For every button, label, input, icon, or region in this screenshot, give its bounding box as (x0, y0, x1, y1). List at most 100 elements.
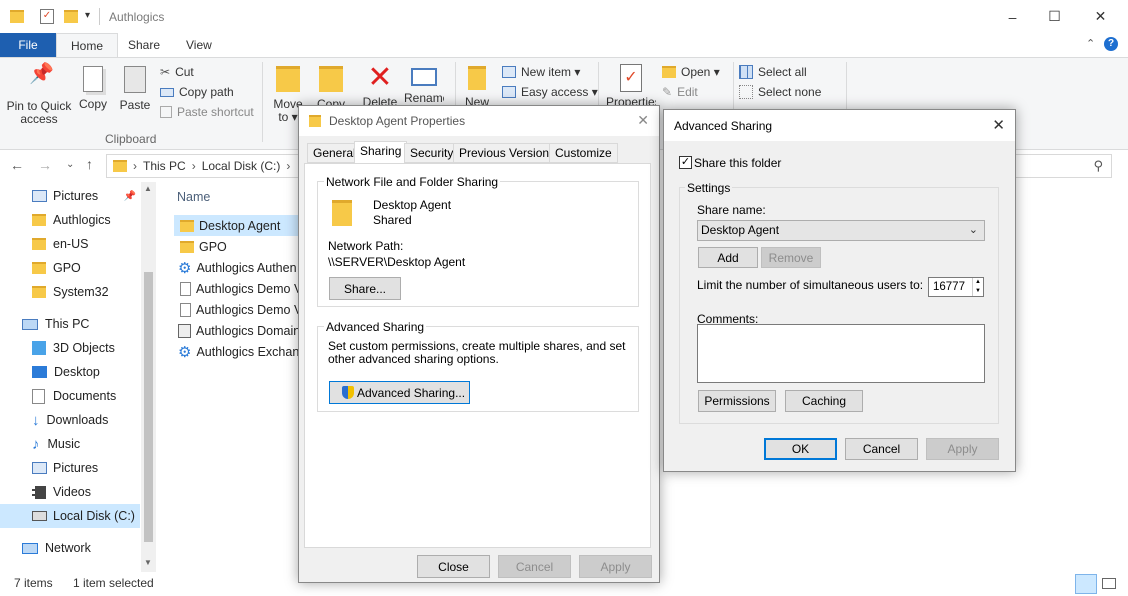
list-item[interactable]: Authlogics Demo V (174, 278, 300, 299)
up-icon[interactable]: ↑ (86, 156, 93, 172)
share-button[interactable]: Share... (329, 277, 401, 300)
share-folder-checkbox[interactable]: ✓ (679, 156, 692, 169)
nav-item-local-disk[interactable]: Local Disk (C:) (0, 504, 140, 528)
tab-customize[interactable]: Customize (549, 143, 618, 163)
settings-file-icon: ⚙ (178, 259, 192, 277)
ok-button[interactable]: OK (764, 438, 837, 460)
paste-icon (124, 66, 146, 93)
paste-button[interactable]: Paste (117, 66, 153, 112)
list-item[interactable]: Authlogics Demo V (174, 299, 300, 320)
list-item[interactable]: ⚙ Authlogics Exchang (174, 341, 300, 362)
close-button[interactable]: ✕ (1078, 0, 1123, 33)
collapse-ribbon-icon[interactable]: ⌃ (1086, 37, 1095, 50)
recent-locations-icon[interactable]: ⌄ (66, 159, 74, 170)
close-icon[interactable]: ✕ (992, 116, 1005, 134)
nav-scrollbar[interactable]: ▲ ▼ (141, 182, 156, 572)
pin-quick-access-button[interactable]: 📌 Pin to Quick access (6, 64, 72, 126)
search-input[interactable]: ⚲ (1000, 154, 1112, 178)
comments-field[interactable] (697, 324, 985, 383)
list-item[interactable]: Authlogics Domain (174, 320, 300, 341)
new-folder-quick-icon[interactable] (64, 10, 78, 23)
new-folder-button[interactable]: New (463, 66, 491, 108)
share-name-select[interactable]: Desktop Agent ⌄ (697, 220, 985, 241)
select-none-button[interactable]: Select none (739, 82, 821, 102)
tab-file[interactable]: File (0, 33, 56, 57)
stepper-down-icon[interactable]: ▼ (972, 287, 983, 296)
limit-users-value[interactable]: 16777 (933, 281, 965, 293)
tab-security[interactable]: Security (404, 143, 460, 163)
maximize-button[interactable]: ☐ (1032, 0, 1077, 33)
copy-to-button[interactable]: Copy (315, 66, 347, 106)
tab-view[interactable]: View (172, 33, 226, 57)
column-header-name[interactable]: Name (177, 190, 210, 204)
share-folder-label: Share this folder (694, 156, 782, 170)
permissions-button[interactable]: Permissions (698, 390, 776, 412)
apply-button[interactable]: Apply (926, 438, 999, 460)
copy-path-button[interactable]: Copy path (160, 82, 254, 102)
nav-item-3d-objects[interactable]: 3D Objects (0, 336, 140, 360)
copy-button[interactable]: Copy (76, 66, 110, 111)
breadcrumb-this-pc[interactable]: This PC (143, 159, 186, 173)
stepper-up-icon[interactable]: ▲ (972, 278, 983, 287)
new-item-button[interactable]: New item ▾ (502, 62, 598, 82)
move-to-icon (276, 66, 300, 92)
nav-item-downloads[interactable]: ↓ Downloads (0, 408, 140, 432)
properties-button[interactable]: ✓ Properties (606, 64, 656, 108)
nav-item-en-us[interactable]: en-US (0, 232, 140, 256)
list-item[interactable]: Desktop Agent (174, 215, 300, 236)
settings-caption: Settings (685, 181, 733, 195)
script-file-icon (178, 323, 191, 338)
nav-item-system32[interactable]: System32 (0, 280, 140, 304)
cancel-button[interactable]: Cancel (498, 555, 571, 578)
pin-icon: 📌 (123, 190, 136, 202)
add-button[interactable]: Add (698, 247, 758, 268)
advanced-sharing-button[interactable]: Advanced Sharing... (329, 381, 470, 404)
easy-access-button[interactable]: Easy access ▾ (502, 82, 598, 102)
limit-users-stepper[interactable]: 16777 ▲ ▼ (928, 277, 984, 297)
tab-previous-versions[interactable]: Previous Versions (453, 143, 562, 163)
cancel-button[interactable]: Cancel (845, 438, 918, 460)
scroll-thumb[interactable] (144, 272, 153, 542)
tab-home[interactable]: Home (56, 33, 119, 57)
nav-item-music[interactable]: ♪ Music (0, 432, 140, 456)
tab-sharing[interactable]: Sharing (354, 141, 408, 164)
nav-item-pictures-quick[interactable]: Pictures 📌 (0, 184, 140, 208)
scroll-down-icon[interactable]: ▼ (144, 558, 152, 567)
back-icon[interactable]: ← (10, 157, 24, 173)
address-input[interactable]: › This PC › Local Disk (C:) › (106, 154, 306, 178)
nav-item-gpo[interactable]: GPO (0, 256, 140, 280)
quick-access-dropdown-icon[interactable]: ▾ (85, 10, 90, 21)
help-icon[interactable]: ? (1104, 37, 1118, 51)
close-button[interactable]: Close (417, 555, 490, 578)
nav-item-desktop[interactable]: Desktop (0, 360, 140, 384)
scroll-up-icon[interactable]: ▲ (144, 184, 152, 193)
nav-item-network[interactable]: Network (0, 536, 140, 560)
nav-item-pictures[interactable]: Pictures (0, 456, 140, 480)
nav-item-documents[interactable]: Documents (0, 384, 140, 408)
nav-item-this-pc[interactable]: This PC (0, 312, 140, 336)
forward-icon[interactable]: → (38, 157, 52, 173)
nav-item-videos[interactable]: Videos (0, 480, 140, 504)
close-icon[interactable]: ✕ (637, 112, 649, 129)
nav-item-authlogics[interactable]: Authlogics (0, 208, 140, 232)
rename-button[interactable]: Rename (404, 64, 444, 108)
minimize-button[interactable]: – (990, 0, 1035, 33)
open-button[interactable]: Open ▾ (662, 62, 720, 82)
select-all-button[interactable]: Select all (739, 62, 821, 82)
delete-button[interactable]: ✕ Delete (362, 64, 398, 108)
large-icons-view-icon[interactable] (1102, 578, 1116, 589)
tab-share[interactable]: Share (114, 33, 174, 57)
apply-button[interactable]: Apply (579, 555, 652, 578)
edit-button[interactable]: ✎ Edit (662, 82, 720, 102)
properties-quick-icon[interactable]: ✓ (40, 9, 54, 24)
caching-button[interactable]: Caching (785, 390, 863, 412)
list-item[interactable]: GPO (174, 236, 300, 257)
cut-button[interactable]: ✂ Cut (160, 62, 254, 82)
paste-shortcut-button[interactable]: Paste shortcut (160, 102, 254, 122)
folder-icon (32, 286, 46, 298)
address-sep-icon: › (133, 159, 137, 173)
details-view-icon[interactable] (1075, 574, 1097, 594)
list-item[interactable]: ⚙ Authlogics Authen (174, 257, 300, 278)
remove-button[interactable]: Remove (761, 247, 821, 268)
breadcrumb-local-disk[interactable]: Local Disk (C:) (202, 159, 281, 173)
